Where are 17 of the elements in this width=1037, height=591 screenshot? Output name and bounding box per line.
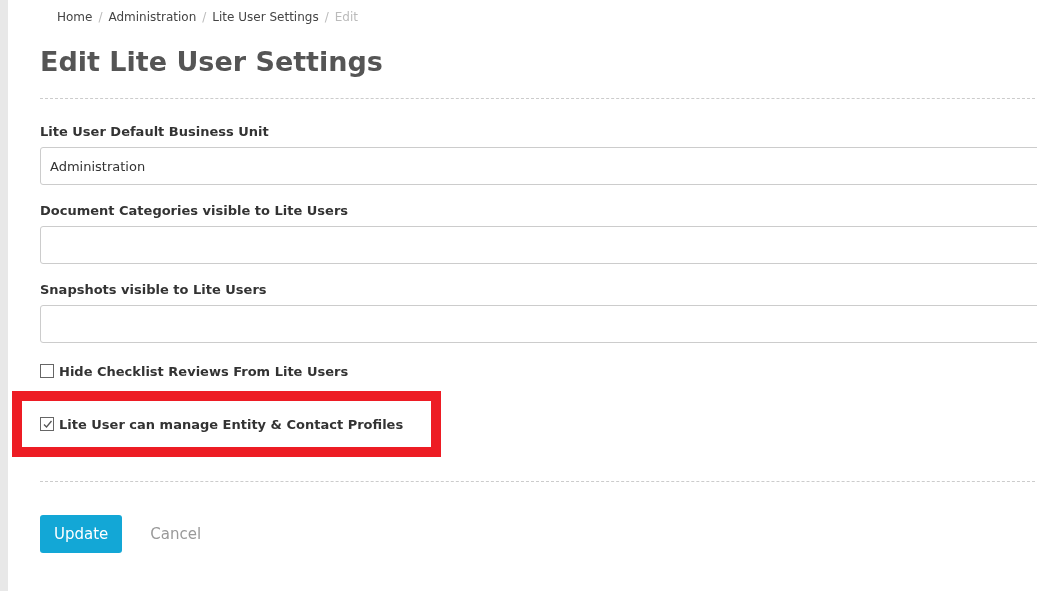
page-title: Edit Lite User Settings [40, 45, 384, 79]
input-field[interactable] [40, 305, 1037, 343]
breadcrumb-link[interactable]: Home [57, 10, 93, 24]
checkbox[interactable] [40, 364, 54, 378]
field-label: Snapshots visible to Lite Users [40, 282, 268, 297]
field-label: Document Categories visible to Lite Users [40, 203, 350, 218]
field-label: Lite User Default Business Unit [40, 124, 270, 139]
breadcrumb-separator: / [202, 10, 207, 24]
breadcrumb-separator: / [324, 10, 329, 24]
checkbox-label: Lite User can manage Entity & Contact Profiles [59, 416, 404, 432]
breadcrumb-link[interactable]: Administration [108, 10, 197, 24]
breadcrumb-link[interactable]: Lite User Settings [212, 10, 319, 24]
breadcrumb-separator: / [98, 10, 103, 24]
checkbox[interactable] [40, 417, 54, 431]
input-field[interactable] [40, 226, 1037, 264]
checkbox-label: Hide Checklist Reviews From Lite Users [59, 363, 349, 379]
input-field[interactable]: Administration [40, 147, 1037, 185]
